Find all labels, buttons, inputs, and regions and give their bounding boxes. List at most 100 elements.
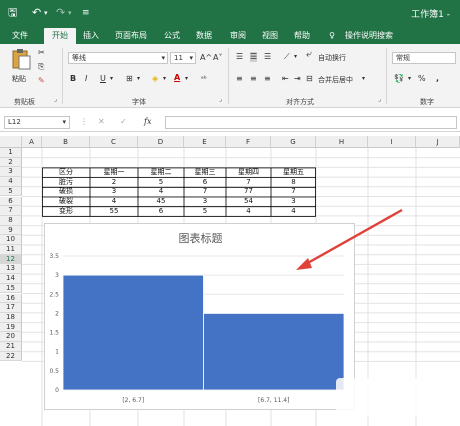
row-header[interactable]: 4 <box>0 177 22 187</box>
table-cell[interactable]: 3 <box>271 197 316 206</box>
table-cell[interactable]: 7 <box>271 187 316 196</box>
tab-data[interactable]: 数据 <box>192 28 216 44</box>
table-header-cell[interactable]: 星期一 <box>90 168 138 177</box>
table-cell[interactable]: 3 <box>90 187 138 196</box>
table-header-cell[interactable]: 区分 <box>42 168 90 177</box>
tab-page-layout[interactable]: 页面布局 <box>110 28 152 44</box>
align-bottom-icon[interactable]: ☰ <box>264 52 271 62</box>
table-header-cell[interactable]: 星期四 <box>226 168 271 177</box>
table-cell[interactable]: 45 <box>138 197 184 206</box>
table-cell[interactable]: 脏污 <box>42 178 90 187</box>
wrap-text-button[interactable]: 自动换行 <box>318 53 346 63</box>
table-cell[interactable]: 4 <box>271 207 316 216</box>
tab-formulas[interactable]: 公式 <box>160 28 184 44</box>
tab-file[interactable]: 文件 <box>8 28 32 44</box>
font-color-icon[interactable]: A <box>174 73 180 83</box>
paste-button[interactable]: 粘贴 <box>8 48 34 88</box>
row-header[interactable]: 6 <box>0 196 22 207</box>
font-name-select[interactable]: 等线 ▾ <box>68 52 168 64</box>
fill-color-icon[interactable]: ◈ <box>152 74 158 84</box>
row-header[interactable]: 1 <box>0 148 22 158</box>
italic-button[interactable]: I <box>85 74 87 84</box>
name-box[interactable]: L12 ▾ <box>4 116 70 129</box>
align-center-icon[interactable]: ≡ <box>250 74 257 84</box>
row-header[interactable]: 8 <box>0 215 22 226</box>
clipboard-launcher-icon[interactable]: ⌟ <box>54 95 57 105</box>
tab-home[interactable]: 开始 <box>44 28 76 44</box>
row-header[interactable]: 15 <box>0 283 22 294</box>
table-cell[interactable]: 7 <box>226 178 271 187</box>
row-header[interactable]: 2 <box>0 157 22 168</box>
table-cell[interactable]: 变形 <box>42 207 90 216</box>
enter-icon[interactable]: ✓ <box>120 117 127 127</box>
merge-center-button[interactable]: 合并后居中 <box>318 75 353 85</box>
table-cell[interactable]: 4 <box>138 187 184 196</box>
table-cell[interactable]: 6 <box>138 207 184 216</box>
row-header[interactable]: 10 <box>0 235 22 245</box>
chevron-down-icon[interactable]: ▾ <box>294 52 297 62</box>
histogram-chart[interactable]: 图表标题 0 0.5 1 1.5 2 2.5 3 3.5 [2, 6.7] [6.7, 11.4] <box>44 223 355 410</box>
phonetic-icon[interactable]: ᵃᵇ <box>201 74 207 84</box>
underline-button[interactable]: U <box>100 74 106 84</box>
align-top-icon[interactable]: ☰ <box>236 52 243 62</box>
font-size-select[interactable]: 11 ▾ <box>170 52 196 64</box>
orientation-icon[interactable]: ⟋ <box>284 52 290 62</box>
font-launcher-icon[interactable]: ⌟ <box>219 95 222 105</box>
comma-button[interactable]: , <box>436 74 439 84</box>
chevron-down-icon[interactable]: ▾ <box>163 74 166 84</box>
wrap-text-icon[interactable]: ⤶ <box>306 50 312 60</box>
undo-dropdown-icon[interactable]: ▾ <box>44 6 48 20</box>
table-header-cell[interactable]: 星期三 <box>184 168 226 177</box>
formula-input[interactable] <box>165 116 457 129</box>
customize-qat-icon[interactable]: ≡ <box>82 6 90 20</box>
row-header[interactable]: 13 <box>0 264 22 275</box>
table-cell[interactable]: 破裂 <box>42 197 90 206</box>
format-painter-icon[interactable]: ✎ <box>38 76 45 86</box>
percent-button[interactable]: % <box>418 74 426 84</box>
increase-indent-icon[interactable]: ⇥ <box>294 74 301 84</box>
undo-icon[interactable]: ↶ <box>32 6 41 20</box>
row-header[interactable]: 19 <box>0 322 22 333</box>
accounting-format-icon[interactable]: 💱 <box>394 74 404 84</box>
table-cell[interactable]: 8 <box>271 178 316 187</box>
tab-insert[interactable]: 插入 <box>80 28 102 44</box>
table-cell[interactable]: 3 <box>184 197 226 206</box>
table-cell[interactable]: 5 <box>138 178 184 187</box>
grow-font-button[interactable]: A^ <box>200 53 212 63</box>
redo-icon[interactable]: ↷ <box>56 6 65 20</box>
chevron-down-icon[interactable]: ▾ <box>408 74 411 84</box>
row-header[interactable]: 5 <box>0 186 22 197</box>
row-header[interactable]: 12 <box>0 254 22 265</box>
table-cell[interactable]: 5 <box>184 207 226 216</box>
row-header[interactable]: 14 <box>0 274 22 284</box>
alignment-launcher-icon[interactable]: ⌟ <box>378 95 381 105</box>
insert-function-icon[interactable]: fx <box>144 117 151 127</box>
align-middle-icon[interactable]: ☰ <box>250 52 258 62</box>
chevron-down-icon[interactable]: ▾ <box>110 74 113 84</box>
table-cell[interactable]: 4 <box>226 207 271 216</box>
table-cell[interactable]: 77 <box>226 187 271 196</box>
tell-me-search[interactable]: 操作说明搜索 <box>340 28 398 44</box>
table-header-cell[interactable]: 星期五 <box>271 168 316 177</box>
table-header-cell[interactable]: 星期二 <box>138 168 184 177</box>
row-header[interactable]: 9 <box>0 225 22 236</box>
merge-center-icon[interactable]: ⊟ <box>306 74 313 84</box>
row-header[interactable]: 11 <box>0 245 22 255</box>
tab-help[interactable]: 帮助 <box>290 28 314 44</box>
save-icon[interactable]: 🖫 <box>8 6 17 20</box>
row-header[interactable]: 20 <box>0 332 22 342</box>
row-header[interactable]: 17 <box>0 303 22 313</box>
row-header[interactable]: 3 <box>0 167 22 178</box>
table-cell[interactable]: 4 <box>90 197 138 206</box>
row-header[interactable]: 18 <box>0 312 22 323</box>
row-header[interactable]: 22 <box>0 351 22 362</box>
table-cell[interactable]: 7 <box>184 187 226 196</box>
tab-view[interactable]: 视图 <box>258 28 282 44</box>
align-left-icon[interactable]: ≡ <box>236 74 243 84</box>
chevron-down-icon[interactable]: ▾ <box>362 74 365 84</box>
align-right-icon[interactable]: ≡ <box>264 74 271 84</box>
borders-icon[interactable]: ⊞ <box>126 74 133 84</box>
table-cell[interactable]: 破损 <box>42 187 90 196</box>
redo-dropdown-icon[interactable]: ▾ <box>68 6 72 20</box>
chevron-down-icon[interactable]: ▾ <box>185 74 188 84</box>
